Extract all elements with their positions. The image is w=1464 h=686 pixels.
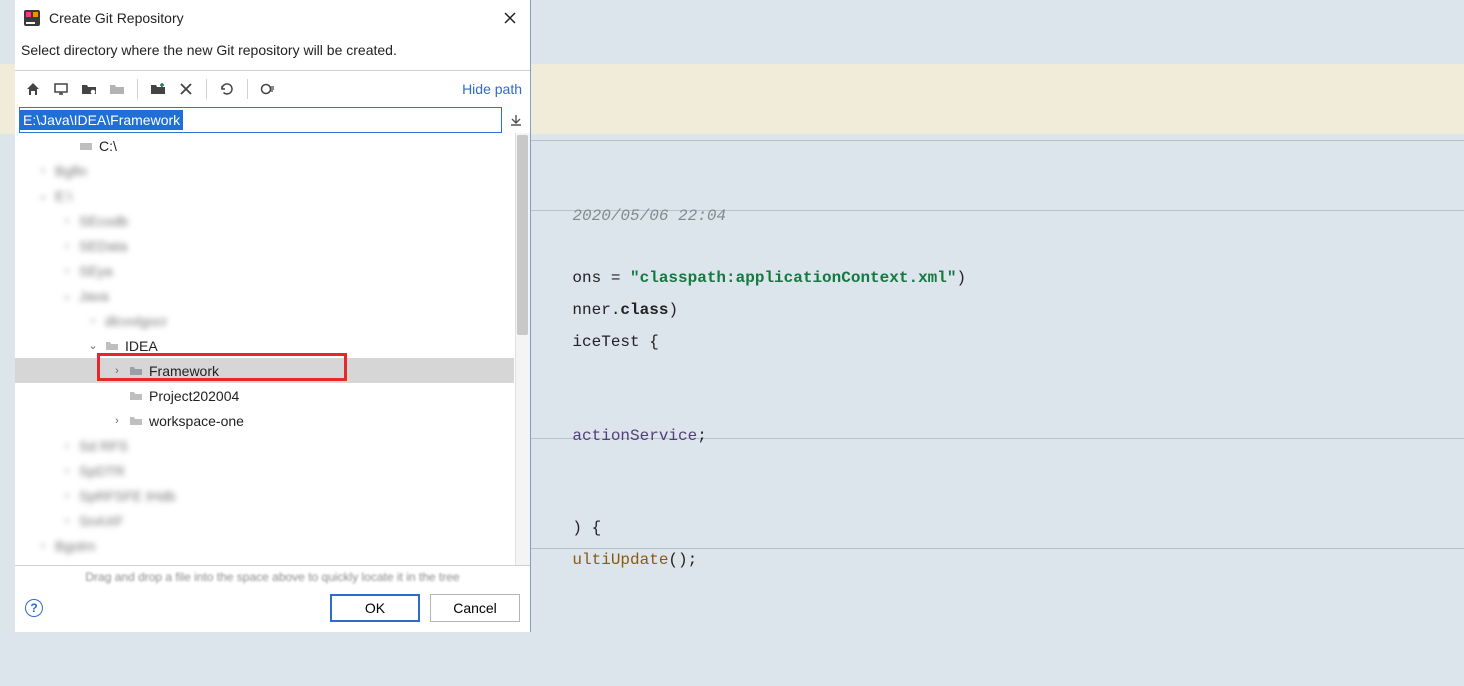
code-line-runner-c: ) (668, 301, 678, 319)
dialog-footer: ? OK Cancel (15, 586, 530, 632)
tree-item-blurred[interactable]: ›SpDTR (15, 458, 514, 483)
code-line-context1-c: ) (956, 269, 966, 287)
tree-label-c: C:\ (99, 138, 117, 154)
tree-scrollbar[interactable] (515, 133, 530, 565)
chevron-right-icon: › (111, 365, 123, 377)
tree-item-workspace[interactable]: › workspace-one (15, 408, 514, 433)
code-line-call: ultiUpdate (572, 551, 668, 569)
folder-icon (129, 364, 143, 378)
ok-button[interactable]: OK (330, 594, 420, 622)
close-button[interactable] (500, 8, 520, 28)
delete-icon[interactable] (174, 77, 198, 101)
path-input-value: E:\Java\IDEA\Framework (20, 110, 183, 130)
tree-item-blurred[interactable]: ›SEData (15, 233, 514, 258)
tree-item-blurred[interactable]: ›SEya (15, 258, 514, 283)
tree-label-workspace: workspace-one (149, 413, 244, 429)
tree-item-idea[interactable]: ⌄ IDEA (15, 333, 514, 358)
tree-item-blurred[interactable]: ⌄Java (15, 283, 514, 308)
module-dir-icon[interactable] (105, 77, 129, 101)
new-folder-icon[interactable] (146, 77, 170, 101)
dialog-titlebar: Create Git Repository (15, 0, 530, 34)
tree-item-blurred[interactable]: ›Bgolrn (15, 533, 514, 558)
code-line-classdecl: iceTest { (572, 333, 658, 351)
scrollbar-thumb[interactable] (517, 135, 528, 335)
hide-path-link[interactable]: Hide path (462, 81, 524, 97)
tree-item-blurred[interactable]: ›SnAXF (15, 508, 514, 533)
home-icon[interactable] (21, 77, 45, 101)
refresh-icon[interactable] (215, 77, 239, 101)
tree-label-framework: Framework (149, 363, 219, 379)
tree-item-blurred[interactable]: ›SpRFSFE IHdb (15, 483, 514, 508)
desktop-icon[interactable] (49, 77, 73, 101)
tree-item-blurred[interactable]: ›SEcodb (15, 208, 514, 233)
folder-icon (105, 339, 119, 353)
project-dir-icon[interactable] (77, 77, 101, 101)
drag-drop-hint: Drag and drop a file into the space abov… (15, 566, 530, 586)
dialog-instruction: Select directory where the new Git repos… (15, 34, 530, 70)
tree-item-project[interactable]: › Project202004 (15, 383, 514, 408)
create-git-repository-dialog: Create Git Repository Select directory w… (15, 0, 531, 632)
folder-icon (129, 389, 143, 403)
path-input[interactable]: E:\Java\IDEA\Framework (19, 107, 502, 133)
tree-label-project: Project202004 (149, 388, 239, 404)
app-icon (23, 9, 41, 27)
tree-item-blurred[interactable]: ›Sd RFS (15, 433, 514, 458)
folder-icon (129, 414, 143, 428)
dialog-toolbar: Hide path (15, 71, 530, 107)
tree-item-blurred[interactable]: ⌄E:\ (15, 183, 514, 208)
path-input-row: E:\Java\IDEA\Framework (15, 107, 530, 133)
tree-item-blurred[interactable]: ›Bgfln (15, 158, 514, 183)
help-icon[interactable]: ? (25, 599, 43, 617)
show-hidden-icon[interactable] (256, 77, 280, 101)
tree-label-idea: IDEA (125, 338, 158, 354)
directory-tree: C:\ ›Bgfln ⌄E:\ ›SEcodb ›SEData ›SEya ⌄J… (15, 133, 530, 566)
chevron-right-icon: › (111, 415, 123, 427)
tree-item-blurred[interactable]: ›dlcvvlgocr (15, 308, 514, 333)
chevron-down-icon: ⌄ (87, 339, 99, 352)
code-line-call-tail: (); (668, 551, 697, 569)
tree-item-c-drive[interactable]: C:\ (15, 133, 514, 158)
code-line-field-semi: ; (697, 427, 707, 445)
cancel-button[interactable]: Cancel (430, 594, 520, 622)
code-comment-date: 2020/05/06 22:04 (572, 207, 726, 225)
history-dropdown-icon[interactable] (506, 110, 526, 130)
drive-icon (79, 139, 93, 153)
code-line-field: actionService (572, 427, 697, 445)
tree-item-framework[interactable]: › Framework (15, 358, 514, 383)
dialog-title: Create Git Repository (49, 10, 492, 26)
code-line-context1-string: "classpath:applicationContext.xml" (630, 269, 956, 287)
